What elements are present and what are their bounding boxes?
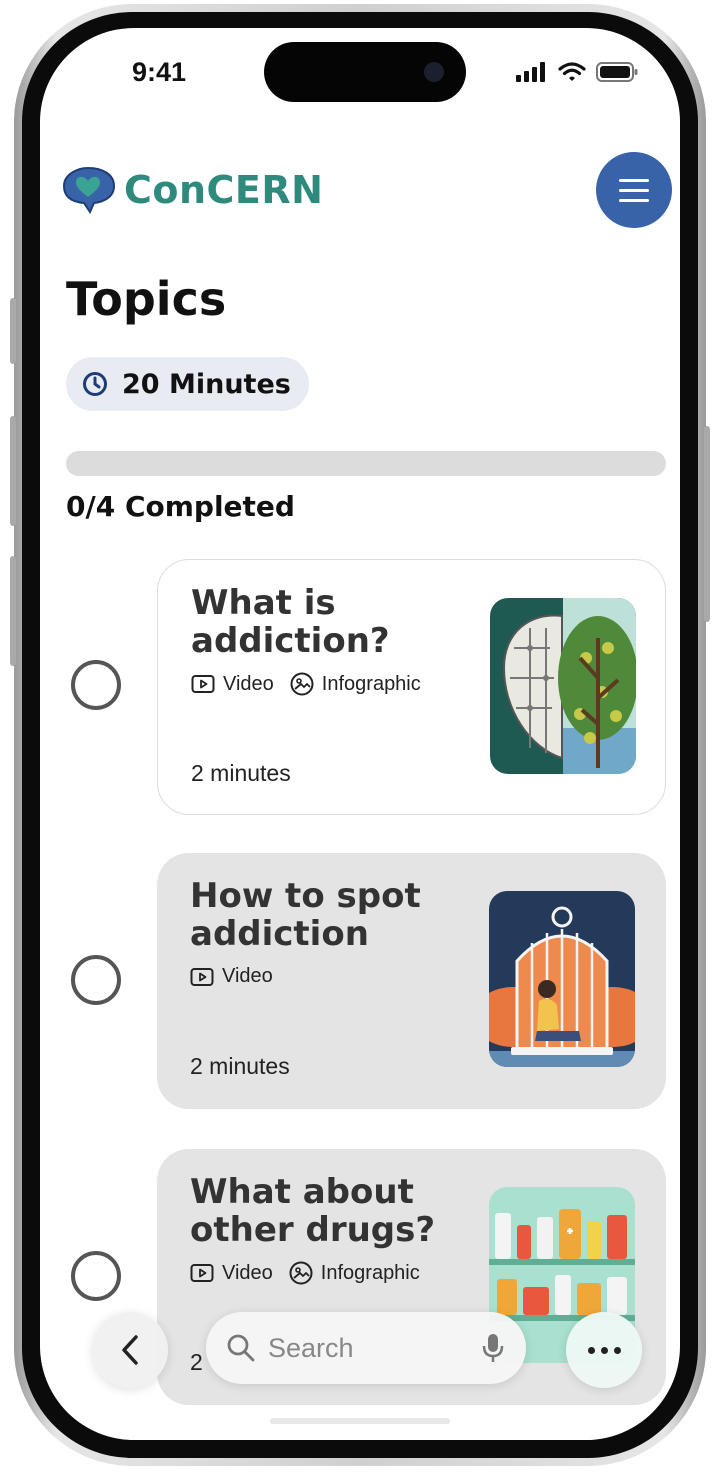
more-dots-icon — [587, 1346, 595, 1354]
topic-checkbox[interactable] — [71, 955, 121, 1005]
topic-row: How to spot addiction Video 2 minutes — [40, 853, 680, 1109]
topic-checkbox[interactable] — [71, 1251, 121, 1301]
menu-button[interactable] — [596, 152, 672, 228]
wifi-icon — [558, 62, 586, 81]
topic-row: What is addiction? Video Infographic 2 m… — [40, 559, 680, 815]
tag-label: Video — [222, 1261, 273, 1284]
topic-card[interactable]: What is addiction? Video Infographic 2 m… — [157, 559, 666, 815]
topic-card[interactable]: How to spot addiction Video 2 minutes — [157, 853, 666, 1109]
tag-label: Video — [223, 672, 274, 695]
search-input[interactable]: Search — [268, 1333, 482, 1364]
battery-icon — [596, 62, 638, 82]
progress-bar — [66, 451, 666, 476]
page-title: Topics — [66, 272, 227, 326]
tag-video: Video — [190, 1262, 273, 1285]
duration-chip: 20 Minutes — [66, 357, 309, 411]
logo-text: ConCERN — [124, 168, 324, 212]
topic-duration: 2 minutes — [190, 1053, 290, 1079]
tag-label: Infographic — [321, 672, 421, 695]
heart-speech-bubble-icon — [62, 166, 116, 214]
volume-up-button — [10, 416, 16, 526]
app-logo[interactable]: ConCERN — [58, 166, 323, 214]
topic-title: What is addiction? — [191, 583, 390, 661]
topic-duration: 2 minutes — [191, 760, 291, 786]
microphone-icon[interactable] — [482, 1332, 504, 1364]
status-icons — [516, 62, 638, 82]
video-icon — [190, 967, 214, 986]
topic-title: What about other drugs? — [190, 1172, 436, 1250]
hamburger-icon — [619, 178, 649, 182]
image-icon — [290, 672, 314, 696]
volume-down-button — [10, 556, 16, 666]
power-button — [704, 426, 710, 622]
bottom-bar: Search — [40, 1308, 680, 1398]
image-icon — [289, 1261, 313, 1285]
topic-checkbox[interactable] — [71, 660, 121, 710]
topic-thumbnail — [489, 891, 635, 1067]
camera-lens — [424, 62, 444, 82]
dynamic-island — [264, 42, 466, 102]
video-icon — [191, 675, 215, 693]
tag-video: Video — [191, 673, 274, 696]
home-indicator — [270, 1418, 450, 1424]
app-screen: 9:41 ConCERN Topics 20 Minutes 0/4 Compl… — [40, 28, 680, 1440]
tag-video: Video — [190, 965, 273, 988]
topic-tags: Video Infographic — [191, 672, 421, 696]
more-button[interactable] — [566, 1312, 642, 1388]
clock-icon — [83, 372, 107, 396]
progress-label: 0/4 Completed — [66, 490, 295, 523]
topic-tags: Video — [190, 965, 273, 988]
search-icon — [227, 1334, 255, 1362]
status-time: 9:41 — [132, 57, 187, 87]
tag-infographic: Infographic — [289, 1261, 420, 1285]
topic-thumbnail — [490, 598, 636, 774]
status-bar: 9:41 — [40, 28, 680, 118]
tag-label: Video — [222, 965, 273, 987]
duration-label: 20 Minutes — [122, 368, 291, 400]
tag-label: Infographic — [320, 1261, 420, 1284]
video-icon — [190, 1264, 214, 1282]
chevron-left-icon — [122, 1335, 138, 1365]
topic-tags: Video Infographic — [190, 1261, 420, 1285]
tag-infographic: Infographic — [290, 672, 421, 696]
action-button — [10, 298, 16, 364]
topic-title: How to spot addiction — [190, 876, 421, 954]
back-button[interactable] — [92, 1312, 168, 1388]
cellular-signal-icon — [516, 62, 545, 82]
search-bar[interactable]: Search — [206, 1312, 526, 1384]
